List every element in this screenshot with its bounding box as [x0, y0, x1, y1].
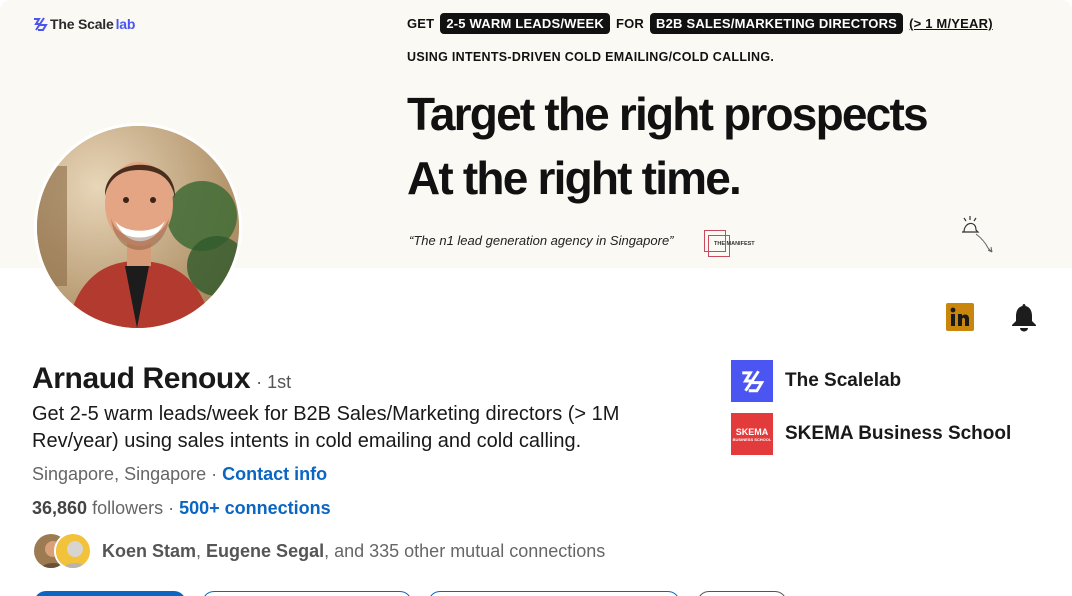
tag-directors-pill: B2B SALES/MARKETING DIRECTORS	[650, 13, 904, 34]
mutual-avatars	[32, 532, 92, 570]
profile-location: Singapore, Singapore	[32, 464, 207, 484]
banner-quote: “The n1 lead generation agency in Singap…	[409, 233, 674, 248]
education-school[interactable]: SKEMA BUSINESS SCHOOL SKEMA Business Sch…	[731, 413, 1011, 455]
connections-separator: ·	[163, 498, 180, 518]
scalelab-company-logo	[731, 360, 773, 402]
location-row: Singapore, Singapore · Contact info	[32, 464, 327, 485]
mutual-avatar	[54, 532, 92, 570]
bell-icon[interactable]	[1010, 302, 1038, 332]
followers-label: followers	[87, 498, 164, 518]
tag-leads-pill: 2-5 WARM LEADS/WEEK	[440, 13, 610, 34]
banner-headline: Target the right prospects At the right …	[407, 82, 929, 210]
banner-subtagline: USING INTENTS-DRIVEN COLD EMAILING/COLD …	[407, 50, 775, 64]
tag-get: GET	[407, 16, 435, 31]
linkedin-icon[interactable]	[946, 303, 974, 331]
tag-revenue: (> 1 M/YEAR)	[909, 16, 993, 31]
profile-avatar[interactable]	[34, 123, 242, 331]
skema-logo-subtext: BUSINESS SCHOOL	[732, 436, 772, 442]
brand-text-lab: lab	[115, 16, 136, 32]
action-button[interactable]	[202, 591, 412, 596]
scalelab-logo-icon	[34, 17, 48, 31]
mutual-connections-row[interactable]: Koen Stam, Eugene Segal, and 335 other m…	[32, 532, 605, 570]
name-row: Arnaud Renoux · 1st	[32, 362, 291, 396]
mutual-name-1: Koen Stam	[102, 540, 197, 561]
stats-row: 36,860 followers · 500+ connections	[32, 498, 331, 519]
skema-logo-text: SKEMA	[735, 426, 769, 437]
school-name: SKEMA Business School	[785, 423, 1012, 444]
current-company[interactable]: The Scalelab	[731, 360, 901, 402]
more-button[interactable]	[697, 591, 787, 596]
mutual-sep: ,	[196, 540, 207, 561]
manifest-badge: THE MANIFEST	[704, 230, 762, 258]
profile-name: Arnaud Renoux	[32, 362, 251, 395]
headline-line-2: At the right time.	[407, 152, 742, 204]
scalelab-brand: The Scale lab	[32, 16, 135, 32]
mutual-name-2: Eugene Segal	[206, 540, 325, 561]
tag-for: FOR	[615, 16, 645, 31]
manifest-label: THE MANIFEST	[714, 241, 755, 247]
avatar-photo	[37, 126, 239, 328]
contact-info-link[interactable]: Contact info	[222, 464, 327, 484]
message-button[interactable]	[34, 591, 186, 596]
headline-line-1: Target the right prospects	[407, 88, 929, 140]
skema-school-logo: SKEMA BUSINESS SCHOOL	[731, 413, 773, 455]
banner-tagline: GET 2-5 WARM LEADS/WEEK FOR B2B SALES/MA…	[407, 13, 993, 34]
followers-count: 36,860	[32, 498, 88, 518]
action-button[interactable]	[428, 591, 680, 596]
mutual-rest: , and 335 other mutual connections	[324, 540, 606, 561]
connections-link[interactable]: 500+ connections	[179, 498, 331, 518]
connection-degree: · 1st	[256, 372, 292, 392]
profile-headline: Get 2-5 warm leads/week for B2B Sales/Ma…	[32, 403, 620, 452]
bell-sketch-icon	[962, 216, 993, 253]
location-separator: ·	[206, 464, 223, 484]
brand-text: The Scale	[50, 16, 114, 32]
company-name: The Scalelab	[785, 370, 902, 391]
mutual-connections-text: Koen Stam, Eugene Segal, and 335 other m…	[102, 541, 605, 562]
